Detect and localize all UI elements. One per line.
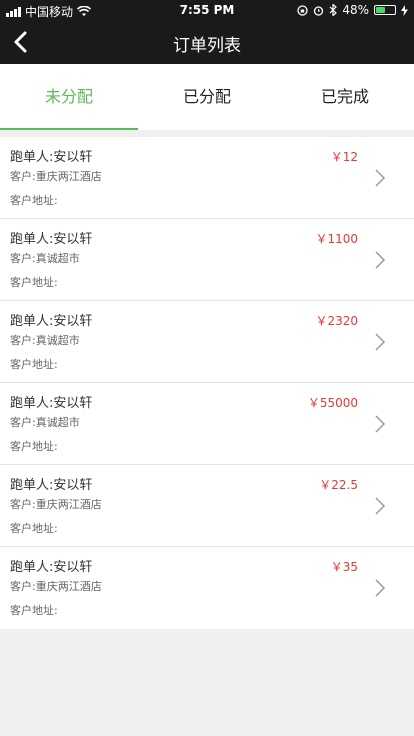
order-price: ￥2320 <box>315 314 358 328</box>
alarm-icon <box>314 5 324 16</box>
order-customer: 客户:重庆两江酒店 <box>10 580 102 593</box>
tab-completed[interactable]: 已完成 <box>276 64 414 130</box>
navigation-bar: 订单列表 <box>0 20 414 64</box>
order-runner: 跑单人:安以轩 <box>10 150 93 165</box>
battery-icon <box>374 5 396 15</box>
tab-assigned[interactable]: 已分配 <box>138 64 276 130</box>
order-customer: 客户:真诚超市 <box>10 334 80 347</box>
order-address: 客户地址: <box>10 358 58 371</box>
order-runner: 跑单人:安以轩 <box>10 396 93 411</box>
order-price: ￥22.5 <box>319 478 358 492</box>
page-title: 订单列表 <box>173 36 241 56</box>
order-price: ￥12 <box>330 150 358 164</box>
status-right: 48% <box>297 3 408 17</box>
order-address: 客户地址: <box>10 194 58 207</box>
order-price: ￥35 <box>330 560 358 574</box>
order-address: 客户地址: <box>10 604 58 617</box>
chevron-right-icon <box>375 415 386 433</box>
chevron-right-icon <box>375 579 386 597</box>
battery-level <box>376 7 385 13</box>
order-item[interactable]: 跑单人:安以轩 客户:重庆两江酒店 客户地址: ￥12 <box>0 137 414 219</box>
order-item[interactable]: 跑单人:安以轩 客户:真诚超市 客户地址: ￥2320 <box>0 301 414 383</box>
tab-bar: 未分配 已分配 已完成 <box>0 64 414 130</box>
order-customer: 客户:真诚超市 <box>10 416 80 429</box>
orientation-lock-icon <box>297 4 308 16</box>
order-item[interactable]: 跑单人:安以轩 客户:重庆两江酒店 客户地址: ￥22.5 <box>0 465 414 547</box>
order-list: 跑单人:安以轩 客户:重庆两江酒店 客户地址: ￥12 跑单人:安以轩 客户:真… <box>0 137 414 629</box>
order-address: 客户地址: <box>10 440 58 453</box>
chevron-right-icon <box>375 497 386 515</box>
order-runner: 跑单人:安以轩 <box>10 314 93 329</box>
order-customer: 客户:真诚超市 <box>10 252 80 265</box>
chevron-right-icon <box>375 333 386 351</box>
order-item[interactable]: 跑单人:安以轩 客户:重庆两江酒店 客户地址: ￥35 <box>0 547 414 629</box>
order-address: 客户地址: <box>10 522 58 535</box>
status-bar: 中国移动 7:55 PM 48% <box>0 0 414 20</box>
order-customer: 客户:重庆两江酒店 <box>10 498 102 511</box>
charging-icon <box>401 4 408 16</box>
order-address: 客户地址: <box>10 276 58 289</box>
order-item[interactable]: 跑单人:安以轩 客户:真诚超市 客户地址: ￥1100 <box>0 219 414 301</box>
order-runner: 跑单人:安以轩 <box>10 478 93 493</box>
tab-unassigned[interactable]: 未分配 <box>0 64 138 130</box>
battery-percent: 48% <box>342 3 369 17</box>
bluetooth-icon <box>329 4 338 16</box>
order-price: ￥1100 <box>315 232 358 246</box>
chevron-right-icon <box>375 169 386 187</box>
order-runner: 跑单人:安以轩 <box>10 560 93 575</box>
order-runner: 跑单人:安以轩 <box>10 232 93 247</box>
order-customer: 客户:重庆两江酒店 <box>10 170 102 183</box>
order-item[interactable]: 跑单人:安以轩 客户:真诚超市 客户地址: ￥55000 <box>0 383 414 465</box>
chevron-right-icon <box>375 251 386 269</box>
order-price: ￥55000 <box>307 396 358 410</box>
